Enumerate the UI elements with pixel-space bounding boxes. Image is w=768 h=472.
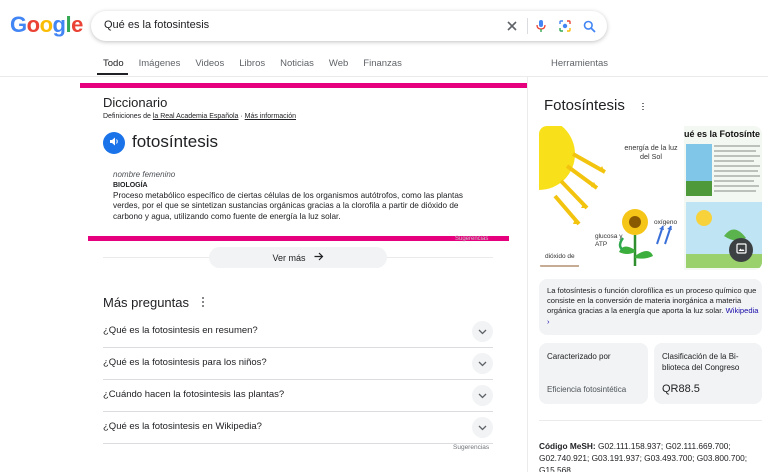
search-input[interactable] bbox=[104, 19, 484, 31]
mesh-code: Código MeSH: G02.111.158.937; G02.111.66… bbox=[539, 440, 761, 472]
label-co2: dióxido de bbox=[545, 253, 575, 260]
kp-attribute-card[interactable]: Caracterizado por Eficiencia fotosintéti… bbox=[539, 343, 648, 404]
arrow-right-icon bbox=[314, 252, 324, 263]
chevron-down-icon[interactable] bbox=[472, 321, 493, 342]
attribute-label: Clasificación de la Bi- blioteca del Con… bbox=[662, 352, 739, 373]
column-divider bbox=[527, 77, 528, 472]
tab-libros[interactable]: Libros bbox=[239, 58, 265, 76]
kp-title: Fotosíntesis bbox=[544, 97, 625, 114]
tab-web[interactable]: Web bbox=[329, 58, 348, 76]
header-divider bbox=[0, 76, 768, 77]
paa-question[interactable]: ¿Qué es la fotosintesis para los niños? bbox=[103, 348, 493, 380]
ver-mas-label: Ver más bbox=[272, 252, 306, 263]
attribute-label: Caracterizado por bbox=[547, 352, 611, 361]
microphone-icon[interactable] bbox=[532, 17, 550, 35]
kp-more-icon[interactable] bbox=[641, 102, 645, 111]
kp-description: La fotosíntesis o función clorofílica es… bbox=[547, 286, 759, 327]
ver-mas-button[interactable]: Ver más bbox=[209, 247, 387, 268]
lens-icon[interactable] bbox=[556, 17, 574, 35]
google-logo[interactable]: Google bbox=[10, 12, 83, 38]
active-tab-indicator bbox=[97, 73, 128, 75]
dictionary-source: Definiciones de la Real Academia Español… bbox=[103, 113, 296, 120]
tools-button[interactable]: Herramientas bbox=[551, 58, 608, 69]
attribute-value: QR88.5 bbox=[662, 383, 700, 395]
question-text: ¿Qué es la fotosintesis para los niños? bbox=[103, 357, 267, 368]
tab-noticias[interactable]: Noticias bbox=[280, 58, 314, 76]
images-button[interactable] bbox=[729, 238, 753, 262]
chevron-down-icon[interactable] bbox=[472, 417, 493, 438]
chevron-down-icon[interactable] bbox=[472, 353, 493, 374]
label-oxygen: oxígeno bbox=[654, 219, 678, 226]
attribute-label-line2: blioteca del Congreso bbox=[662, 362, 740, 372]
question-text: ¿Cuándo hacen la fotosintesis las planta… bbox=[103, 389, 285, 400]
paa-question[interactable]: ¿Qué es la fotosintesis en resumen? bbox=[103, 316, 493, 348]
search-box[interactable] bbox=[91, 11, 607, 41]
search-divider bbox=[527, 18, 528, 34]
search-tabs: Todo Imágenes Videos Libros Noticias Web… bbox=[103, 58, 417, 76]
attribute-value: Eficiencia fotosintética bbox=[547, 385, 627, 394]
pronunciation-button[interactable] bbox=[103, 132, 125, 154]
attribute-label-line1: Clasificación de la Bi- bbox=[662, 352, 739, 361]
label-energy: energía de la luz del Sol bbox=[624, 143, 678, 161]
tab-imagenes[interactable]: Imágenes bbox=[139, 58, 181, 76]
highlight-bar-top bbox=[80, 83, 527, 88]
dictionary-word: fotosíntesis bbox=[132, 132, 218, 151]
dictionary-title: Diccionario bbox=[103, 95, 168, 110]
question-text: ¿Qué es la fotosintesis en resumen? bbox=[103, 325, 258, 336]
kp-divider bbox=[539, 420, 762, 421]
kp-image-diagram[interactable]: energía de la luz del Sol oxígeno glucos… bbox=[539, 126, 682, 270]
speaker-icon bbox=[109, 134, 120, 152]
label-glucose: glucosa y ATP bbox=[595, 233, 623, 248]
more-info-link[interactable]: Más información bbox=[245, 113, 296, 120]
word-definition: Proceso metabólico específico de ciertas… bbox=[113, 191, 463, 221]
chevron-down-icon[interactable] bbox=[472, 385, 493, 406]
paa-sugerencias[interactable]: Sugerencias bbox=[453, 444, 489, 451]
source-prefix: Definiciones de bbox=[103, 113, 153, 120]
sun-shape bbox=[539, 126, 575, 190]
clear-icon[interactable] bbox=[503, 17, 521, 35]
kp-attribute-card[interactable]: Clasificación de la Bi- blioteca del Con… bbox=[654, 343, 762, 404]
kp-description-card: La fotosíntesis o función clorofílica es… bbox=[539, 279, 762, 335]
paa-title: Más preguntas bbox=[103, 295, 189, 310]
paa-question[interactable]: ¿Cuándo hacen la fotosintesis las planta… bbox=[103, 380, 493, 412]
highlight-bar-bottom bbox=[88, 236, 509, 241]
mesh-label: Código MeSH: bbox=[539, 441, 596, 451]
question-text: ¿Qué es la fotosintesis en Wikipedia? bbox=[103, 421, 262, 432]
dictionary-sugerencias: Sugerencias bbox=[455, 236, 489, 242]
paa-question[interactable]: ¿Qué es la fotosintesis en Wikipedia? bbox=[103, 412, 493, 444]
word-domain: BIOLOGÍA bbox=[113, 182, 148, 189]
rae-link[interactable]: la Real Academia Española bbox=[153, 113, 239, 120]
paa-more-icon[interactable] bbox=[200, 296, 206, 308]
word-gender: nombre femenino bbox=[113, 170, 176, 179]
tab-videos[interactable]: Videos bbox=[195, 58, 224, 76]
search-icon[interactable] bbox=[580, 17, 598, 35]
image-icon bbox=[735, 241, 747, 259]
tab-finanzas[interactable]: Finanzas bbox=[363, 58, 402, 76]
